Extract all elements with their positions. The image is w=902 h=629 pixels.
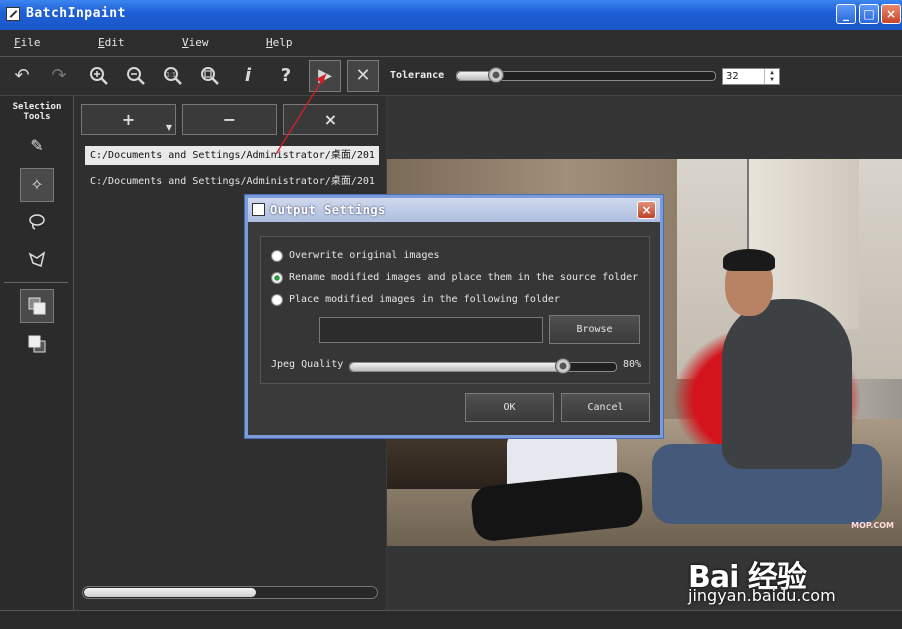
zoom-out-button[interactable] xyxy=(123,63,149,89)
dialog-close-button[interactable]: × xyxy=(637,201,656,219)
minimize-button[interactable]: _ xyxy=(836,4,856,24)
tolerance-slider-handle[interactable] xyxy=(487,67,504,83)
dropdown-arrow-icon[interactable]: ▼ xyxy=(166,124,172,132)
window-titlebar: BatchInpaint _ □ × xyxy=(0,0,902,30)
add-files-button[interactable]: + ▼ xyxy=(81,104,176,135)
info-icon: i xyxy=(244,65,252,86)
magic-wand-tool[interactable]: ✧ xyxy=(20,168,54,202)
photo-watermark: MOP.COM xyxy=(851,521,894,530)
layers-back-icon xyxy=(28,335,46,353)
dialog-title: Output Settings xyxy=(270,203,386,217)
jpeg-quality-label: Jpeg Quality xyxy=(271,359,344,370)
selection-tools-title: Selection Tools xyxy=(4,102,70,122)
zoom-fit-button[interactable] xyxy=(197,63,223,89)
lasso-icon xyxy=(29,214,45,230)
zoom-in-button[interactable] xyxy=(86,63,112,89)
menu-bar: File Edit View Help xyxy=(0,30,902,57)
stop-button[interactable]: ✕ xyxy=(347,60,379,92)
file-list-scrollbar[interactable] xyxy=(82,586,378,599)
radio-overwrite[interactable] xyxy=(271,250,283,262)
zoom-in-icon xyxy=(90,67,108,85)
file-list-item[interactable]: C:/Documents and Settings/Administrator/… xyxy=(85,172,379,191)
polygon-lasso-icon xyxy=(28,251,46,268)
photo-hair xyxy=(723,249,775,271)
ok-button[interactable]: OK xyxy=(465,393,554,422)
minimize-icon: _ xyxy=(843,7,849,21)
spin-up-icon[interactable]: ▲ xyxy=(765,69,779,76)
tools-title-line1: Selection xyxy=(12,102,62,112)
browse-button[interactable]: Browse xyxy=(549,315,640,344)
output-folder-input[interactable] xyxy=(319,317,543,343)
undo-button[interactable]: ↶ xyxy=(9,63,35,89)
baidu-url: jingyan.baidu.com xyxy=(688,586,836,605)
scrollbar-thumb[interactable] xyxy=(84,588,256,597)
baidu-watermark: Bai 经验 jingyan.baidu.com xyxy=(688,552,836,605)
output-options-group: Overwrite original images Rename modifie… xyxy=(260,236,650,384)
maximize-icon: □ xyxy=(863,7,875,21)
zoom-out-icon xyxy=(127,67,145,85)
option-rename-label: Rename modified images and place them in… xyxy=(289,272,639,283)
add-icon: + xyxy=(121,110,136,129)
radio-folder[interactable] xyxy=(271,294,283,306)
info-button[interactable]: i xyxy=(235,63,261,89)
spin-arrows[interactable]: ▲ ▼ xyxy=(764,69,779,84)
zoom-fit-icon xyxy=(201,67,219,85)
tools-title-line2: Tools xyxy=(23,112,51,122)
tolerance-input[interactable] xyxy=(723,69,766,84)
polygon-lasso-tool[interactable] xyxy=(20,244,54,278)
stop-icon: ✕ xyxy=(355,65,371,86)
tools-separator xyxy=(4,282,68,283)
dialog-titlebar: Output Settings × xyxy=(248,198,660,222)
close-icon: × xyxy=(885,7,897,21)
option-folder-label: Place modified images in the following f… xyxy=(289,294,560,305)
radio-rename[interactable] xyxy=(271,272,283,284)
zoom-actual-icon: 1:1 xyxy=(164,67,182,85)
jpeg-slider-fill xyxy=(350,363,563,371)
status-bar xyxy=(0,610,902,629)
output-settings-dialog: Output Settings × Overwrite original ima… xyxy=(245,195,663,438)
jpeg-quality-value: 80% xyxy=(623,359,642,370)
jpeg-slider-handle[interactable] xyxy=(554,358,571,374)
layer-back-tool[interactable] xyxy=(20,328,54,362)
marker-icon: ✎ xyxy=(30,136,44,155)
dialog-app-icon xyxy=(252,203,265,216)
jpeg-quality-slider[interactable] xyxy=(349,358,617,374)
tolerance-slider[interactable] xyxy=(456,67,716,83)
selection-tools-panel: Selection Tools ✎ ✧ xyxy=(0,96,74,610)
option-overwrite-label: Overwrite original images xyxy=(289,250,440,261)
photo-person xyxy=(722,299,852,469)
magic-wand-icon: ✧ xyxy=(30,175,44,194)
window-title: BatchInpaint xyxy=(26,6,126,21)
svg-text:1:1: 1:1 xyxy=(166,72,176,79)
maximize-button[interactable]: □ xyxy=(859,4,879,24)
remove-file-button[interactable]: − xyxy=(182,104,277,135)
layers-front-icon xyxy=(28,297,46,315)
tolerance-spinbox[interactable]: ▲ ▼ xyxy=(722,68,780,85)
remove-icon: − xyxy=(222,110,237,129)
redo-icon: ↷ xyxy=(51,65,67,86)
menu-view[interactable]: View xyxy=(182,36,209,49)
menu-help[interactable]: Help xyxy=(266,36,293,49)
menu-file[interactable]: File xyxy=(14,36,41,49)
spin-down-icon[interactable]: ▼ xyxy=(765,76,779,83)
app-icon xyxy=(6,7,20,21)
undo-icon: ↶ xyxy=(14,65,30,86)
cancel-button[interactable]: Cancel xyxy=(561,393,650,422)
annotation-arrow-icon xyxy=(275,73,327,155)
menu-edit[interactable]: Edit xyxy=(98,36,125,49)
zoom-actual-button[interactable]: 1:1 xyxy=(160,63,186,89)
lasso-tool[interactable] xyxy=(20,206,54,240)
tolerance-label: Tolerance xyxy=(390,70,445,81)
close-window-button[interactable]: × xyxy=(881,4,901,24)
close-icon: × xyxy=(641,203,652,217)
redo-button[interactable]: ↷ xyxy=(46,63,72,89)
marker-tool[interactable]: ✎ xyxy=(20,130,54,164)
layer-front-tool[interactable] xyxy=(20,289,54,323)
